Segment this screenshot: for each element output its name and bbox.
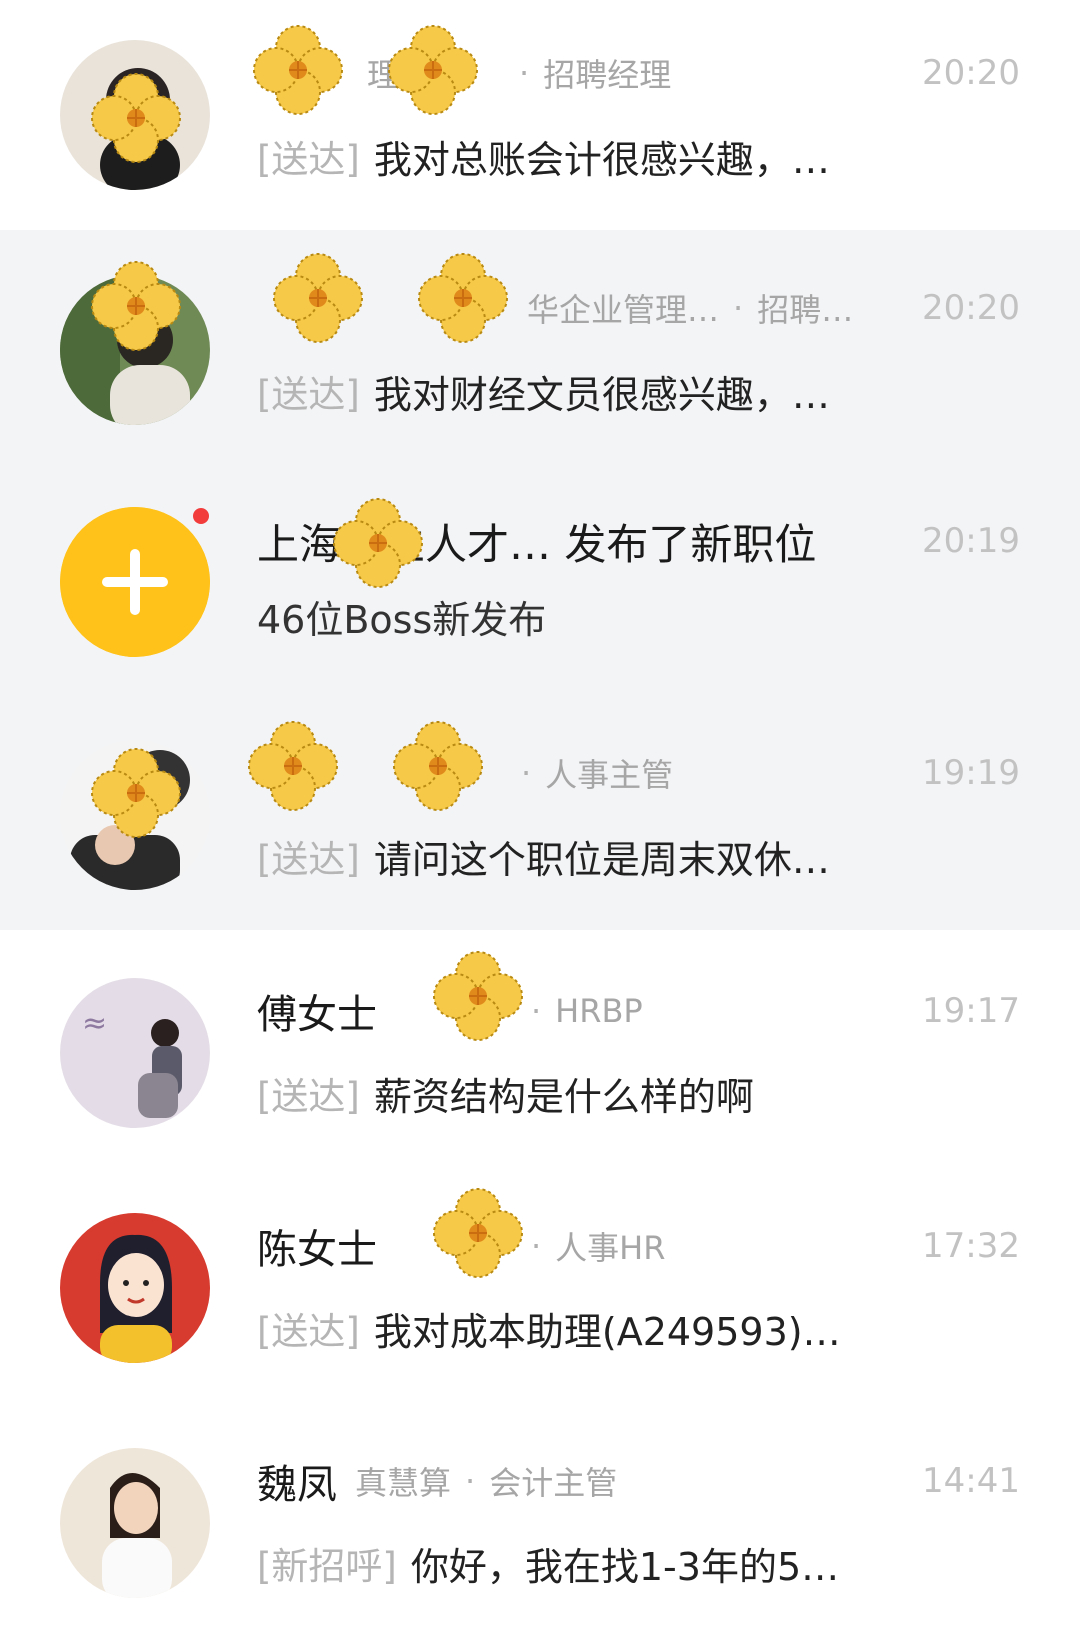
chat-row[interactable]: · 人事主管 19:19 [送达] 请问这个职位是周末双休… [0, 695, 1080, 930]
delivery-status: [送达] [257, 138, 360, 181]
chat-time: 20:20 [922, 53, 1020, 93]
delivery-status: [送达] [257, 1075, 360, 1118]
chat-row[interactable]: 华企业管理… · 招聘… 20:20 [送达] 我对财经文员很感兴趣，… [0, 230, 1080, 465]
role-title: 人事主管 [545, 756, 674, 794]
chat-time: 17:32 [922, 1226, 1020, 1266]
role-title: 招聘经理 [543, 56, 672, 94]
chat-time: 19:19 [922, 753, 1020, 793]
notice-subtitle-line: 46位Boss新发布 [257, 588, 546, 644]
notice-avatar[interactable] [60, 507, 210, 657]
unread-dot [193, 508, 209, 524]
svg-text:≈: ≈ [82, 1006, 107, 1041]
chat-preview: [送达] 我对总账会计很感兴趣，… [257, 128, 830, 184]
chat-header: · 人事主管 [257, 745, 673, 801]
chat-preview: [送达] 我对财经文员很感兴趣，… [257, 363, 830, 419]
delivery-status: [新招呼] [257, 1545, 397, 1588]
chat-header: 理 · 招聘经理 [257, 45, 671, 101]
chat-header: 傅女士 · HRBP [257, 983, 643, 1039]
notice-header: 上海…立人才… 发布了新职位 [257, 513, 816, 569]
contact-name: 陈女士 [257, 1227, 377, 1273]
chat-list: 理 · 招聘经理 20:20 [送达] 我对总账会计很感兴趣，… 华企业管理… … [0, 0, 1080, 1641]
message-preview: 我对财经文员很感兴趣，… [373, 372, 830, 417]
separator: · [465, 1462, 476, 1500]
chat-row[interactable]: 陈女士 · 人事HR 17:32 [送达] 我对成本助理(A249593)… [0, 1165, 1080, 1400]
chat-row[interactable]: 魏凤 真慧算 · 会计主管 14:41 [新招呼] 你好，我在找1-3年的5… [0, 1400, 1080, 1641]
avatar[interactable] [60, 740, 210, 890]
delivery-status: [送达] [257, 373, 360, 416]
separator: · [733, 289, 744, 327]
chat-header: 华企业管理… · 招聘… [257, 280, 853, 336]
chat-preview: [送达] 薪资结构是什么样的啊 [257, 1065, 754, 1121]
separator: · [531, 992, 542, 1030]
chat-time: 14:41 [922, 1461, 1020, 1501]
chat-header: 陈女士 · 人事HR [257, 1218, 665, 1274]
contact-name: 傅女士 [257, 992, 377, 1038]
message-preview: 我对成本助理(A249593)… [373, 1309, 841, 1354]
notice-subtitle: 46位Boss新发布 [257, 597, 547, 642]
chat-header: 魏凤 真慧算 · 会计主管 [257, 1453, 617, 1509]
company-name: 真慧算 [355, 1464, 452, 1502]
separator: · [531, 1227, 542, 1265]
job-notice-row[interactable]: 上海…立人才… 发布了新职位 20:19 46位Boss新发布 [0, 465, 1080, 695]
plus-icon [60, 507, 210, 657]
role-title: 人事HR [555, 1229, 666, 1267]
message-preview: 你好，我在找1-3年的5… [410, 1544, 840, 1589]
chat-row[interactable]: ≈ 傅女士 · HRBP 19:17 [送达] 薪资结构是什么样的啊 [0, 930, 1080, 1165]
message-preview: 请问这个职位是周末双休… [373, 837, 830, 882]
chat-preview: [送达] 我对成本助理(A249593)… [257, 1300, 841, 1356]
notice-title: 上海…立人才… 发布了新职位 [257, 519, 817, 569]
delivery-status: [送达] [257, 1310, 360, 1353]
chat-preview: [新招呼] 你好，我在找1-3年的5… [257, 1535, 839, 1591]
role-title: 招聘… [757, 291, 854, 329]
chat-time: 19:17 [922, 991, 1020, 1031]
avatar[interactable] [60, 40, 210, 190]
company-name: 理 [367, 56, 400, 94]
message-preview: 我对总账会计很感兴趣，… [373, 137, 830, 182]
avatar[interactable] [60, 1448, 210, 1598]
chat-time: 20:20 [922, 288, 1020, 328]
separator: · [519, 54, 530, 92]
company-name: 华企业管理… [527, 291, 720, 329]
role-title: 会计主管 [489, 1464, 618, 1502]
chat-row[interactable]: 理 · 招聘经理 20:20 [送达] 我对总账会计很感兴趣，… [0, 0, 1080, 230]
message-preview: 薪资结构是什么样的啊 [373, 1074, 754, 1119]
separator: · [521, 754, 532, 792]
delivery-status: [送达] [257, 838, 360, 881]
avatar[interactable] [60, 275, 210, 425]
avatar[interactable] [60, 1213, 210, 1363]
contact-name: 魏凤 [257, 1462, 337, 1508]
chat-time: 20:19 [922, 521, 1020, 561]
role-title: HRBP [555, 992, 643, 1030]
avatar[interactable]: ≈ [60, 978, 210, 1128]
chat-preview: [送达] 请问这个职位是周末双休… [257, 828, 830, 884]
